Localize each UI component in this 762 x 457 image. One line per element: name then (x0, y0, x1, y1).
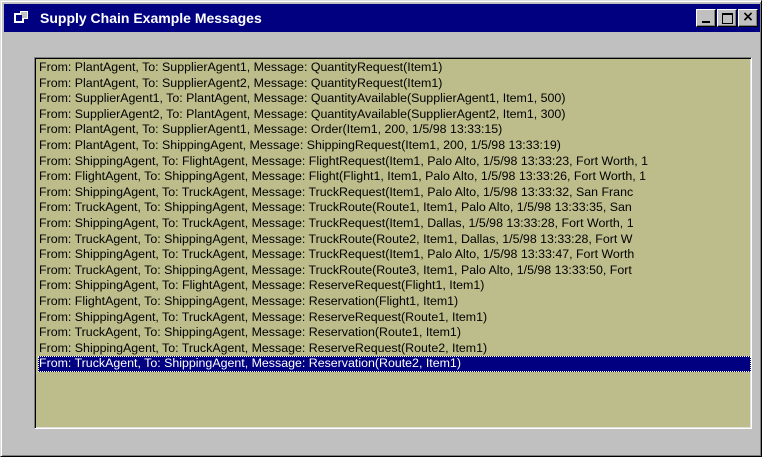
list-item[interactable]: From: SupplierAgent2, To: PlantAgent, Me… (38, 107, 751, 123)
minimize-icon (702, 21, 710, 23)
title-bar[interactable]: Supply Chain Example Messages × (4, 4, 760, 32)
list-item[interactable]: From: TruckAgent, To: ShippingAgent, Mes… (38, 325, 751, 341)
list-item[interactable]: From: TruckAgent, To: ShippingAgent, Mes… (38, 200, 751, 216)
list-item[interactable]: From: TruckAgent, To: ShippingAgent, Mes… (38, 263, 751, 279)
list-item[interactable]: From: SupplierAgent1, To: PlantAgent, Me… (38, 91, 751, 107)
window-title: Supply Chain Example Messages (40, 10, 262, 26)
list-item[interactable]: From: PlantAgent, To: ShippingAgent, Mes… (38, 138, 751, 154)
list-item[interactable]: From: ShippingAgent, To: TruckAgent, Mes… (38, 341, 751, 357)
messages-listbox[interactable]: From: PlantAgent, To: SupplierAgent1, Me… (34, 57, 752, 429)
list-item-selected[interactable]: From: TruckAgent, To: ShippingAgent, Mes… (38, 356, 751, 372)
list-item[interactable]: From: ShippingAgent, To: TruckAgent, Mes… (38, 216, 751, 232)
main-window: Supply Chain Example Messages × From: Pl… (0, 0, 762, 457)
app-icon[interactable] (12, 9, 34, 27)
list-item[interactable]: From: PlantAgent, To: SupplierAgent1, Me… (38, 122, 751, 138)
message-list: From: PlantAgent, To: SupplierAgent1, Me… (35, 58, 751, 372)
list-item[interactable]: From: ShippingAgent, To: TruckAgent, Mes… (38, 310, 751, 326)
minimize-button[interactable] (696, 9, 716, 27)
list-item[interactable]: From: ShippingAgent, To: TruckAgent, Mes… (38, 185, 751, 201)
list-item[interactable]: From: ShippingAgent, To: FlightAgent, Me… (38, 278, 751, 294)
close-button[interactable]: × (738, 9, 758, 27)
list-item[interactable]: From: PlantAgent, To: SupplierAgent2, Me… (38, 76, 751, 92)
maximize-button[interactable] (717, 9, 737, 27)
close-icon: × (742, 9, 754, 25)
window-controls: × (695, 9, 758, 27)
list-item[interactable]: From: PlantAgent, To: SupplierAgent1, Me… (38, 60, 751, 76)
list-item[interactable]: From: FlightAgent, To: ShippingAgent, Me… (38, 169, 751, 185)
list-item[interactable]: From: ShippingAgent, To: TruckAgent, Mes… (38, 247, 751, 263)
list-item[interactable]: From: TruckAgent, To: ShippingAgent, Mes… (38, 232, 751, 248)
maximize-icon (722, 13, 733, 24)
list-item[interactable]: From: ShippingAgent, To: FlightAgent, Me… (38, 154, 751, 170)
list-item[interactable]: From: FlightAgent, To: ShippingAgent, Me… (38, 294, 751, 310)
